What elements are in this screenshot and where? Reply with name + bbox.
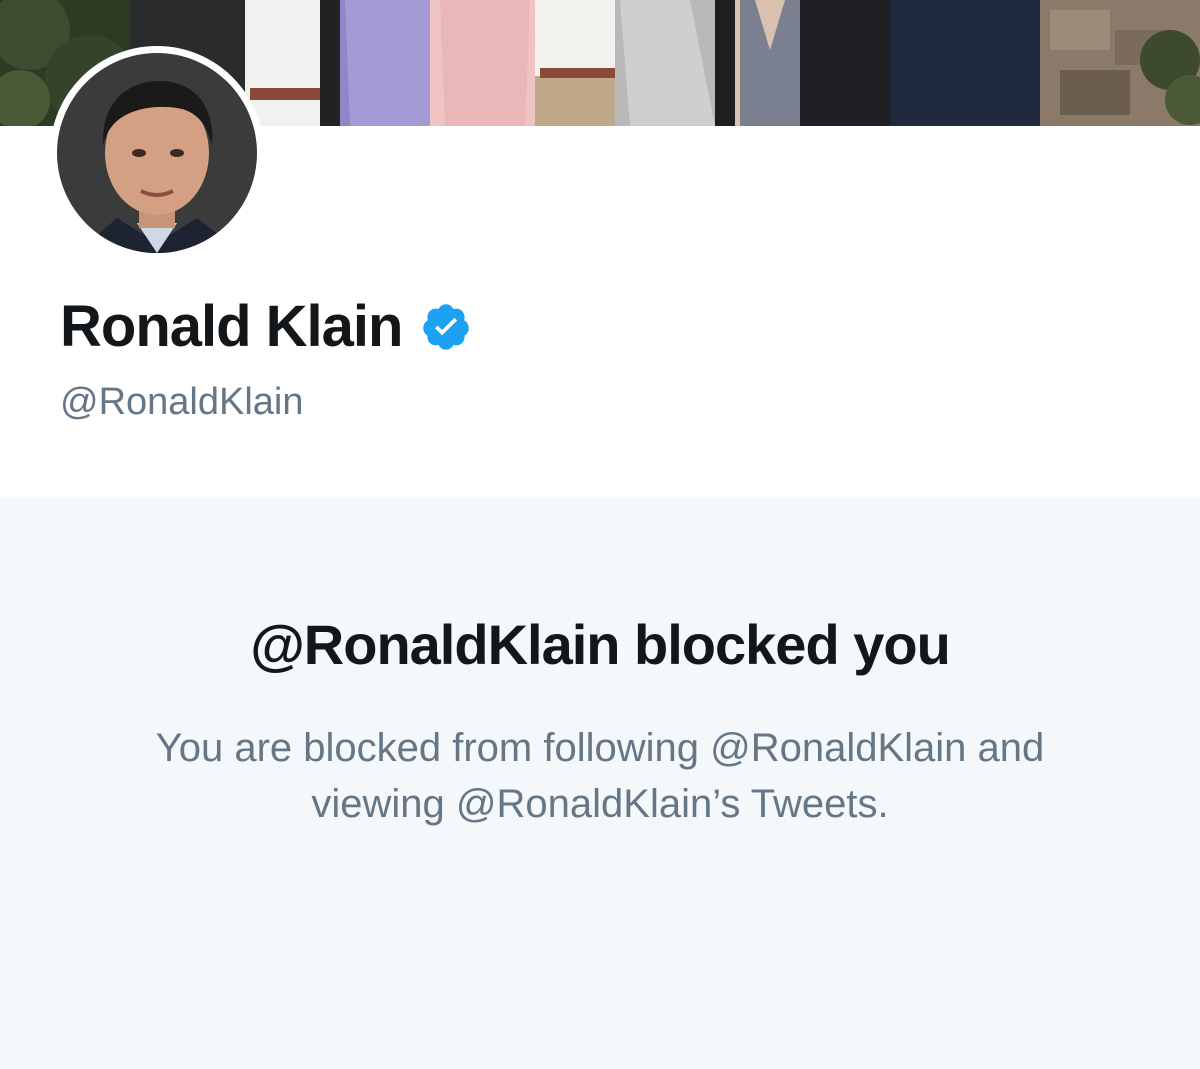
blocked-notice: @RonaldKlain blocked you You are blocked…	[0, 498, 1200, 1069]
verified-badge-icon	[420, 301, 472, 353]
blocked-title: @RonaldKlain blocked you	[250, 613, 951, 676]
display-name: Ronald Klain	[60, 294, 403, 359]
blocked-message: You are blocked from following @RonaldKl…	[155, 726, 1045, 826]
profile-page: Ronald Klain @RonaldKlain @RonaldKlain b…	[0, 0, 1200, 1069]
profile-avatar[interactable]	[50, 46, 264, 260]
profile-header: Ronald Klain @RonaldKlain	[0, 46, 1200, 498]
profile-handle: @RonaldKlain	[60, 381, 304, 423]
display-name-row: Ronald Klain	[60, 292, 472, 362]
